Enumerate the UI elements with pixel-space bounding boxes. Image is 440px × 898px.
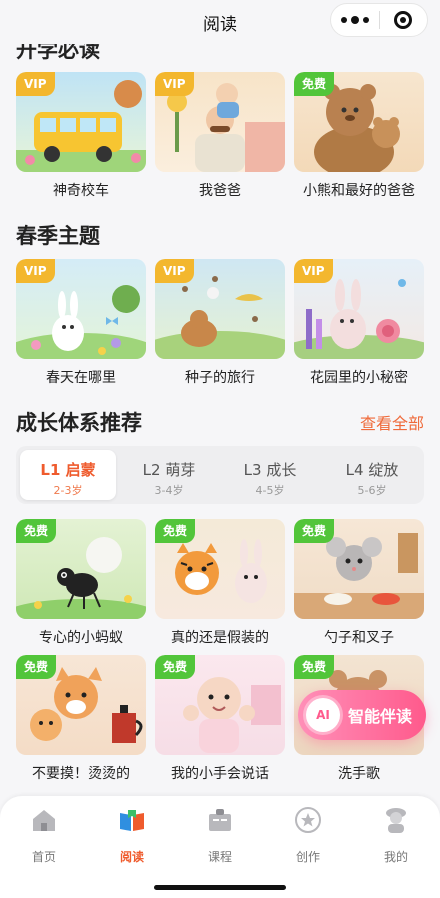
book-cover: 免费: [294, 519, 424, 619]
level-tab-l3[interactable]: L3 成长 4-5岁: [222, 450, 318, 500]
vip-badge: VIP: [155, 259, 194, 283]
more-menu-icon[interactable]: [331, 4, 379, 36]
section-title-growth: 成长体系推荐: [16, 411, 142, 435]
vip-badge: VIP: [16, 259, 55, 283]
book-card[interactable]: VIP 春天在哪里: [16, 259, 146, 387]
course-icon: [209, 809, 231, 831]
mini-program-capsule: [330, 3, 428, 37]
level-tab-l2[interactable]: L2 萌芽 3-4岁: [121, 450, 217, 500]
home-icon: [33, 810, 55, 831]
tab-home[interactable]: 首页: [0, 806, 88, 865]
book-cover: VIP: [294, 259, 424, 359]
free-badge: 免费: [294, 519, 335, 543]
home-indicator: [154, 885, 286, 890]
level-name: L3 成长: [243, 461, 297, 479]
book-title: 小熊和最好的爸爸: [303, 183, 415, 199]
level-tab-l4[interactable]: L4 绽放 5-6岁: [324, 450, 420, 500]
book-card[interactable]: VIP 我爸爸: [155, 72, 285, 200]
bottom-tab-bar: 首页 阅读 课程 创作 我的: [0, 796, 440, 898]
profile-icon: [386, 808, 406, 833]
book-cover: 免费: [294, 72, 424, 172]
level-name: L4 绽放: [345, 461, 399, 479]
book-cover: 免费: [155, 519, 285, 619]
book-card[interactable]: 免费 不要摸！烫烫的: [16, 655, 146, 783]
level-age: 5-6岁: [357, 484, 387, 497]
book-card[interactable]: VIP 种子的旅行: [155, 259, 285, 387]
vip-badge: VIP: [155, 72, 194, 96]
vip-badge: VIP: [294, 259, 333, 283]
book-title: 不要摸！烫烫的: [32, 766, 130, 782]
tab-label: 首页: [31, 850, 56, 864]
book-title: 专心的小蚂蚁: [39, 630, 123, 646]
book-card[interactable]: VIP 神奇校车: [16, 72, 146, 200]
book-title: 勺子和叉子: [324, 630, 394, 646]
level-tab-l1[interactable]: L1 启蒙 2-3岁: [20, 450, 116, 500]
close-target-icon[interactable]: [379, 4, 427, 36]
book-title: 我爸爸: [199, 183, 241, 199]
book-card[interactable]: VIP 花园里的小秘密: [294, 259, 424, 387]
vip-badge: VIP: [16, 72, 55, 96]
book-card[interactable]: 免费 专心的小蚂蚁: [16, 519, 146, 647]
free-badge: 免费: [16, 655, 57, 679]
tab-profile[interactable]: 我的: [352, 806, 440, 865]
top-nav-bar: 阅读: [0, 0, 440, 44]
ai-companion-button[interactable]: AI 智能伴读: [298, 690, 426, 740]
book-cover: VIP: [155, 72, 285, 172]
level-name: L2 萌芽: [142, 461, 196, 479]
book-title: 神奇校车: [53, 183, 109, 199]
book-title: 我的小手会说话: [171, 766, 269, 782]
level-age: 2-3岁: [53, 484, 83, 497]
section-title-spring: 春季主题: [16, 224, 100, 248]
star-icon: [295, 807, 321, 833]
tab-create[interactable]: 创作: [264, 806, 352, 865]
free-badge: 免费: [155, 655, 196, 679]
book-title: 春天在哪里: [46, 370, 116, 386]
book-title: 真的还是假装的: [171, 630, 269, 646]
free-badge: 免费: [155, 519, 196, 543]
book-cover: VIP: [155, 259, 285, 359]
free-badge: 免费: [294, 72, 335, 96]
free-badge: 免费: [16, 519, 57, 543]
book-card[interactable]: 免费 真的还是假装的: [155, 519, 285, 647]
level-age: 4-5岁: [255, 484, 285, 497]
book-title: 花园里的小秘密: [310, 370, 408, 386]
see-all-link[interactable]: 查看全部: [360, 410, 424, 434]
book-cover: 免费: [16, 655, 146, 755]
book-icon: [120, 810, 144, 831]
level-age: 3-4岁: [154, 484, 184, 497]
tab-reading[interactable]: 阅读: [88, 806, 176, 865]
book-card[interactable]: 免费 小熊和最好的爸爸: [294, 72, 424, 200]
book-cover: VIP: [16, 259, 146, 359]
level-tabs: L1 启蒙 2-3岁 L2 萌芽 3-4岁 L3 成长 4-5岁 L4 绽放 5…: [16, 446, 424, 504]
book-card[interactable]: 免费 我的小手会说话: [155, 655, 285, 783]
free-badge: 免费: [294, 655, 335, 679]
level-name: L1 启蒙: [40, 461, 96, 479]
ai-companion-label: 智能伴读: [348, 707, 413, 726]
ai-icon: AI: [306, 698, 340, 732]
book-cover: VIP: [16, 72, 146, 172]
book-cover: 免费: [16, 519, 146, 619]
tab-label: 创作: [295, 850, 320, 864]
tab-label: 我的: [383, 850, 408, 864]
book-cover: 免费: [155, 655, 285, 755]
tab-label: 阅读: [119, 850, 144, 864]
book-title: 洗手歌: [338, 766, 380, 782]
book-title: 种子的旅行: [185, 370, 255, 386]
tab-label: 课程: [207, 850, 232, 864]
tab-course[interactable]: 课程: [176, 806, 264, 865]
book-card[interactable]: 免费 勺子和叉子: [294, 519, 424, 647]
